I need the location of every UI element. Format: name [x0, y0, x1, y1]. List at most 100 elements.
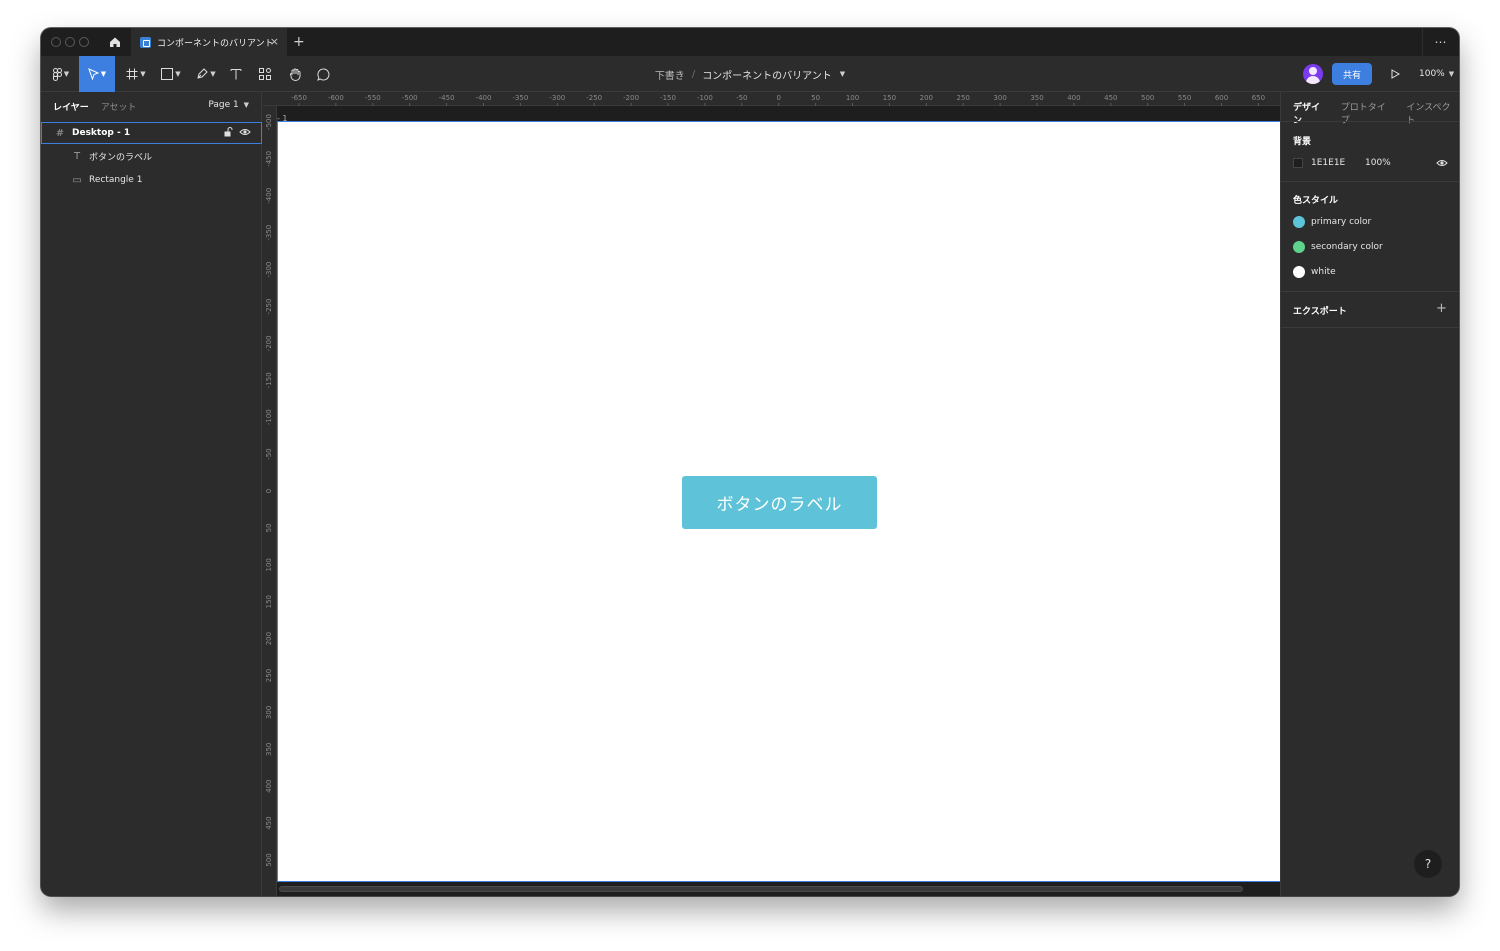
layer-name: Rectangle 1 [89, 175, 143, 185]
layer-button-label[interactable]: T ボタンのラベル [41, 145, 262, 167]
ruler-tick-label: 450 [265, 816, 273, 829]
background-swatch[interactable] [1293, 158, 1303, 168]
tab-design[interactable]: デザイン [1293, 100, 1329, 126]
move-tool[interactable]: ▼ [79, 56, 115, 92]
export-heading: エクスポート [1293, 307, 1347, 317]
ruler-horizontal: -650 -600 -550 -500 -450 -400 -350 -300 -250 -200… [263, 92, 1280, 106]
close-tab-button[interactable]: × [270, 35, 279, 49]
button-label-text[interactable]: ボタンのラベル [682, 476, 877, 529]
color-style-secondary[interactable]: secondary color [1293, 240, 1383, 254]
ruler-tick-label: -50 [265, 448, 273, 459]
ruler-tick-label: 0 [776, 94, 780, 102]
ruler-tick-label: -300 [549, 94, 565, 102]
tab-inspect[interactable]: インスペクト [1406, 100, 1459, 126]
resources-tool[interactable] [253, 56, 277, 92]
frame-tool[interactable]: ▼ [121, 56, 151, 92]
ruler-tick-label: -550 [365, 94, 381, 102]
ruler-tick-label: 150 [265, 595, 273, 608]
ruler-tick-label: -200 [265, 335, 273, 351]
ruler-tick-label: -100 [697, 94, 713, 102]
help-button[interactable]: ? [1414, 850, 1442, 878]
comment-tool[interactable] [311, 56, 335, 92]
comment-icon [316, 67, 329, 81]
close-window-button[interactable] [51, 37, 61, 47]
ruler-vertical: -500 -450 -400 -350 -300 -250 -200 -150 -100 -50 0… [263, 106, 277, 896]
hand-icon [289, 68, 300, 81]
color-style-name: white [1311, 267, 1336, 277]
figma-logo-icon [52, 67, 62, 81]
divider [1281, 291, 1459, 292]
ruler-tick-label: 0 [265, 489, 273, 493]
ruler-tick-label: 100 [846, 94, 859, 102]
tab-prototype[interactable]: プロトタイプ [1341, 100, 1395, 126]
home-button[interactable] [101, 28, 129, 56]
layer-rectangle-1[interactable]: ▭ Rectangle 1 [41, 169, 262, 191]
present-button[interactable] [1387, 65, 1403, 83]
share-button[interactable]: 共有 [1332, 63, 1372, 85]
breadcrumb-folder[interactable]: 下書き [655, 67, 685, 82]
eye-icon[interactable] [1436, 158, 1448, 168]
tab-assets[interactable]: アセット [101, 100, 137, 113]
ruler-tick-label: -150 [265, 372, 273, 388]
divider [1281, 327, 1459, 328]
main-menu-button[interactable]: ▼ [47, 56, 75, 92]
chevron-down-icon: ▼ [243, 101, 249, 109]
ruler-tick-label: -50 [736, 94, 747, 102]
user-avatar[interactable] [1303, 64, 1323, 84]
add-export-button[interactable]: + [1436, 302, 1447, 316]
eye-icon[interactable] [239, 127, 251, 137]
ruler-tick-label: -250 [586, 94, 602, 102]
ruler-tick-label: -300 [265, 262, 273, 278]
ruler-tick-label: 200 [920, 94, 933, 102]
background-heading: 背景 [1293, 137, 1312, 147]
ruler-tick-label: 50 [265, 523, 273, 532]
tab-layers[interactable]: レイヤー [53, 100, 89, 113]
more-options-button[interactable]: ⋯ [1422, 28, 1459, 56]
zoom-label: 100% [1419, 69, 1445, 79]
file-name[interactable]: コンポーネントのバリアント [702, 67, 832, 82]
text-tool[interactable] [225, 56, 247, 92]
zoom-dropdown[interactable]: 100% ▼ [1419, 56, 1454, 92]
hand-tool[interactable] [283, 56, 307, 92]
ruler-tick-label: -500 [265, 114, 273, 130]
color-swatch [1293, 266, 1305, 278]
chevron-down-icon[interactable]: ▼ [840, 70, 845, 78]
horizontal-scrollbar[interactable] [279, 886, 1243, 892]
right-panel-tabs: デザイン プロトタイプ インスペクト [1293, 100, 1459, 126]
zoom-window-button[interactable] [79, 37, 89, 47]
background-fill-row[interactable]: 1E1E1E 100% [1293, 156, 1448, 170]
pen-tool[interactable]: ▼ [191, 56, 221, 92]
ruler-tick-label: 200 [265, 632, 273, 645]
color-swatch [1293, 216, 1305, 228]
layer-desktop-1[interactable]: # Desktop - 1 [41, 122, 262, 144]
file-icon [140, 36, 151, 48]
desktop-frame[interactable]: ボタンのラベル [277, 121, 1281, 882]
background-opacity[interactable]: 100% [1365, 158, 1391, 168]
file-tab[interactable]: コンポーネントのバリアント × [131, 28, 287, 56]
background-hex[interactable]: 1E1E1E [1311, 158, 1365, 168]
shape-tool[interactable]: ▼ [155, 56, 187, 92]
color-style-white[interactable]: white [1293, 265, 1336, 279]
new-tab-button[interactable]: + [293, 33, 305, 51]
color-style-primary[interactable]: primary color [1293, 215, 1371, 229]
ruler-tick-label: 100 [265, 558, 273, 571]
toolbar: ▼ ▼ ▼ ▼ ▼ 下書き / コンポーネントのバリアント ▼ 共有 100% … [41, 56, 1459, 92]
play-icon [1391, 69, 1400, 79]
divider [1281, 181, 1459, 182]
frame-icon: # [55, 127, 65, 139]
ruler-tick-label: 550 [1178, 94, 1191, 102]
page-selector[interactable]: Page 1 ▼ [208, 100, 249, 110]
home-icon [110, 37, 120, 47]
avatar-body [1306, 76, 1320, 84]
unlock-icon[interactable] [224, 127, 233, 137]
divider [1281, 121, 1459, 122]
ruler-tick-label: -250 [265, 299, 273, 315]
chevron-down-icon: ▼ [175, 70, 181, 78]
frame-icon [126, 68, 138, 80]
ruler-tick-label: -500 [402, 94, 418, 102]
rectangle-icon [161, 68, 174, 80]
ruler-tick-label: 400 [1067, 94, 1080, 102]
minimize-window-button[interactable] [65, 37, 75, 47]
layer-actions [224, 127, 251, 137]
ruler-tick-label: -650 [291, 94, 307, 102]
